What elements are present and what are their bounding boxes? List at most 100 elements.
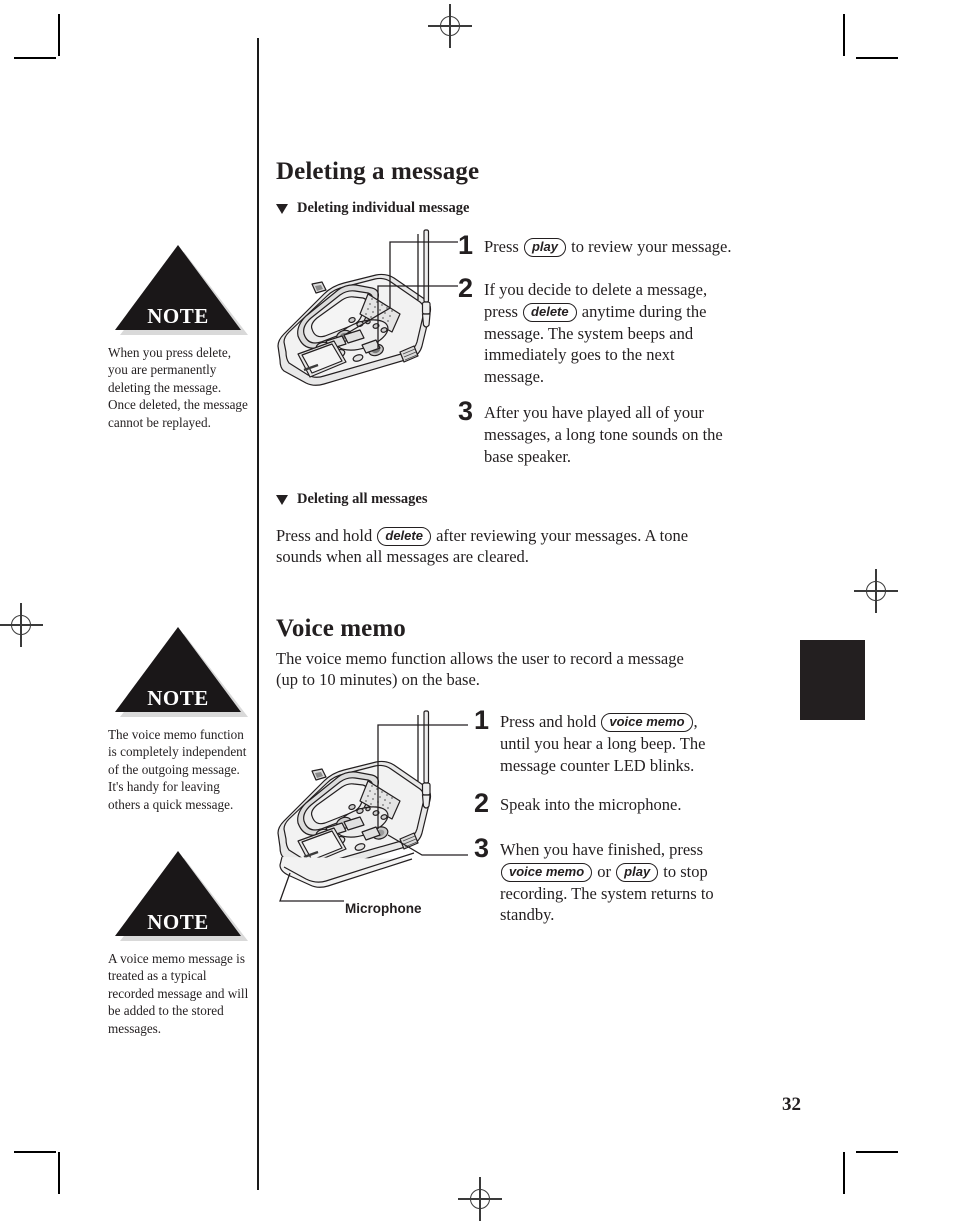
step-line: Speak into the microphone. [500,795,682,814]
base-unit-illustration-voice-memo [272,705,487,920]
note-badge-label: NOTE [147,910,209,934]
note-text: When you press delete, you are permanent… [108,344,248,431]
paragraph-line: The voice memo function allows the user … [276,649,684,668]
play-button-glyph: play [616,862,659,883]
play-button-glyph: play [523,238,566,258]
step-line: press delete anytime during the [484,301,707,323]
delete-button-glyph: delete [377,527,431,547]
step-line: Press play to review your message. [484,236,731,258]
subheading-label: Deleting individual message [297,200,470,216]
paragraph-line: (up to 10 minutes) on the base. [276,670,480,690]
step-item: 1 Press and hold voice memo, until you h… [474,707,705,776]
step-text: Speak into the microphone. [500,790,681,816]
note-line: messages. [108,1020,162,1036]
section-heading-deleting: Deleting a message [276,158,480,185]
registration-mark-left [0,603,43,647]
crop-mark-top-left-vertical [58,14,60,56]
text-run: anytime during the [577,301,707,321]
text-run: , [693,712,698,731]
voice-memo-button-glyph: voice memo [601,713,693,733]
answering-machine-microphone-diagram [277,710,468,902]
column-divider-rule [257,38,259,1190]
note-block: NOTE A voice memo message is treated as … [108,846,248,1037]
subheading-deleting-individual: Deleting individual message [276,200,469,217]
step-line: message. [484,367,545,387]
section-heading-voice-memo: Voice memo [276,615,406,642]
registration-mark-bottom [458,1177,502,1221]
step-item: 2 Speak into the microphone. [474,790,681,817]
crop-mark-bottom-right-horizontal [856,1151,898,1153]
note-line: you are permanently [108,362,217,378]
step-item: 2 If you decide to delete a message, pre… [458,275,707,388]
note-badge-label: NOTE [147,686,209,710]
text-run: after reviewing your messages. A tone [431,526,689,545]
triangle-bullet-icon [276,494,288,505]
base-unit-illustration-deleting [272,228,472,408]
crop-mark-top-right-horizontal [856,57,898,59]
step-text: Press and hold voice memo, until you hea… [500,707,705,776]
step-line: Press and hold voice memo, [500,711,705,733]
text-run: to review your message. [566,237,732,256]
note-line: be added to the stored [108,1003,224,1019]
note-badge-label: NOTE [147,304,209,328]
triangle-bullet-icon [276,203,288,214]
step-line: message counter LED blinks. [500,755,695,775]
note-line: A voice memo message is [108,951,245,966]
step-item: 3 When you have finished, press voice me… [474,835,714,926]
subheading-deleting-all: Deleting all messages [276,491,427,508]
subheading-label: Deleting all messages [297,491,428,507]
crop-mark-bottom-left-vertical [58,1152,60,1194]
step-line: voice memo or play to stop [500,861,714,883]
note-line: cannot be replayed. [108,414,211,430]
delete-button-glyph: delete [523,302,577,323]
note-line: When you press delete, [108,345,232,360]
step-line: message. The system beeps and [484,323,694,343]
crop-mark-bottom-left-horizontal [14,1151,56,1153]
step-line: When you have finished, press [500,840,703,859]
step-line: recording. The system returns to [500,883,714,903]
microphone-callout-label: Microphone [345,901,422,916]
step-text: When you have finished, press voice memo… [500,835,714,926]
voice-memo-button-glyph: voice memo [501,862,593,883]
note-block: NOTE The voice memo function is complete… [108,622,248,813]
deleting-all-paragraph: Press and hold delete after reviewing yo… [276,525,688,568]
registration-mark-right [854,569,898,613]
note-line: It's handy for leaving [108,779,220,795]
step-line: After you have played all of your [484,403,704,422]
step-line: messages, a long tone sounds on the [484,424,723,444]
note-line: others a quick message. [108,796,234,812]
note-line: recorded message and will [108,985,249,1001]
note-line: is completely independent [108,744,247,760]
chapter-thumb-tab [800,640,865,720]
step-line: base speaker. [484,446,572,466]
note-badge: NOTE [108,846,248,941]
note-text: A voice memo message is treated as a typ… [108,950,248,1037]
paragraph-line: Press and hold delete after reviewing yo… [276,525,689,547]
text-run: Press [484,237,523,256]
note-text: The voice memo function is completely in… [108,726,248,813]
note-block: NOTE When you press delete, you are perm… [108,240,248,431]
text-run: or [593,861,616,881]
step-text: After you have played all of your messag… [484,398,723,467]
note-badge: NOTE [108,240,248,335]
step-line: If you decide to delete a message, [484,280,708,299]
text-run: to stop [659,861,708,881]
crop-mark-bottom-right-vertical [843,1152,845,1194]
note-line: The voice memo function [108,727,244,742]
step-text: Press play to review your message. [484,232,731,258]
step-item: 3 After you have played all of your mess… [458,398,723,467]
note-badge: NOTE [108,622,248,717]
crop-mark-top-right-vertical [843,14,845,56]
page-number: 32 [782,1094,801,1115]
answering-machine-base-diagram [277,229,458,386]
text-run: press [484,301,523,321]
crop-mark-top-left-horizontal [14,57,56,59]
step-line: standby. [500,905,555,925]
text-run: Press and hold [500,712,601,731]
note-line: Once deleted, the message [108,397,248,413]
step-item: 1 Press play to review your message. [458,232,731,259]
registration-mark-top [428,4,472,48]
note-line: of the outgoing message. [108,761,240,777]
step-text: If you decide to delete a message, press… [484,275,707,388]
text-run: Press and hold [276,526,377,545]
